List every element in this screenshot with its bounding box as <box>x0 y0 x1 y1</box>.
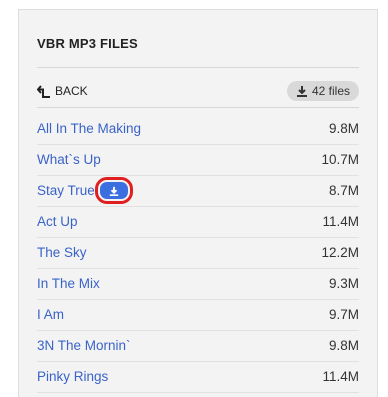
file-size: 9.7M <box>328 307 359 322</box>
file-link[interactable]: The Sky <box>37 245 87 260</box>
download-button[interactable] <box>94 177 133 204</box>
list-item: 3N The Mornin` 9.8M <box>37 330 359 361</box>
arrow-up-left-icon <box>37 85 50 98</box>
download-icon <box>296 86 307 97</box>
download-icon <box>109 186 118 196</box>
file-link[interactable]: I Am <box>37 307 64 322</box>
file-link[interactable]: Stay True <box>37 177 133 204</box>
header-divider <box>37 107 359 108</box>
row-divider <box>37 392 359 393</box>
file-link[interactable]: All In The Making <box>37 121 141 136</box>
files-count-badge[interactable]: 42 files <box>287 81 359 101</box>
back-label: BACK <box>55 84 88 98</box>
list-item: I Am 9.7M <box>37 299 359 330</box>
file-name[interactable]: Pinky Rings <box>37 369 108 384</box>
file-link[interactable]: 3N The Mornin` <box>37 338 131 353</box>
file-name[interactable]: Stay True <box>37 183 95 198</box>
list-item: Act Up 11.4M <box>37 206 359 237</box>
list-item: All In The Making 9.8M <box>37 113 359 144</box>
back-button[interactable]: BACK <box>37 82 88 100</box>
vbr-mp3-files-panel: VBR MP3 FILES BACK 42 files All In The M… <box>18 9 378 397</box>
file-size: 11.4M <box>322 369 359 384</box>
title-divider <box>37 67 359 68</box>
file-size: 9.8M <box>328 121 359 136</box>
file-name[interactable]: The Sky <box>37 245 87 260</box>
file-link[interactable]: In The Mix <box>37 276 100 291</box>
file-size: 11.4M <box>322 214 359 229</box>
file-name[interactable]: Act Up <box>37 214 78 229</box>
file-size: 12.2M <box>321 245 359 260</box>
list-item: What`s Up 10.7M <box>37 144 359 175</box>
file-link[interactable]: What`s Up <box>37 152 101 167</box>
file-link[interactable]: Act Up <box>37 214 78 229</box>
file-name[interactable]: All In The Making <box>37 121 141 136</box>
file-link[interactable]: Pinky Rings <box>37 369 108 384</box>
file-name[interactable]: 3N The Mornin` <box>37 338 131 353</box>
list-item: In The Mix 9.3M <box>37 268 359 299</box>
file-name[interactable]: What`s Up <box>37 152 101 167</box>
file-name[interactable]: I Am <box>37 307 64 322</box>
list-item: The Sky 12.2M <box>37 237 359 268</box>
files-count-label: 42 files <box>311 84 351 98</box>
list-item: Pinky Rings 11.4M <box>37 361 359 392</box>
file-size: 8.7M <box>328 183 359 198</box>
file-size: 10.7M <box>321 152 359 167</box>
file-size: 9.8M <box>328 338 359 353</box>
file-size: 9.3M <box>328 276 359 291</box>
list-item: Stay True 8.7M <box>37 175 359 206</box>
panel-title: VBR MP3 FILES <box>37 36 138 51</box>
file-name[interactable]: In The Mix <box>37 276 100 291</box>
